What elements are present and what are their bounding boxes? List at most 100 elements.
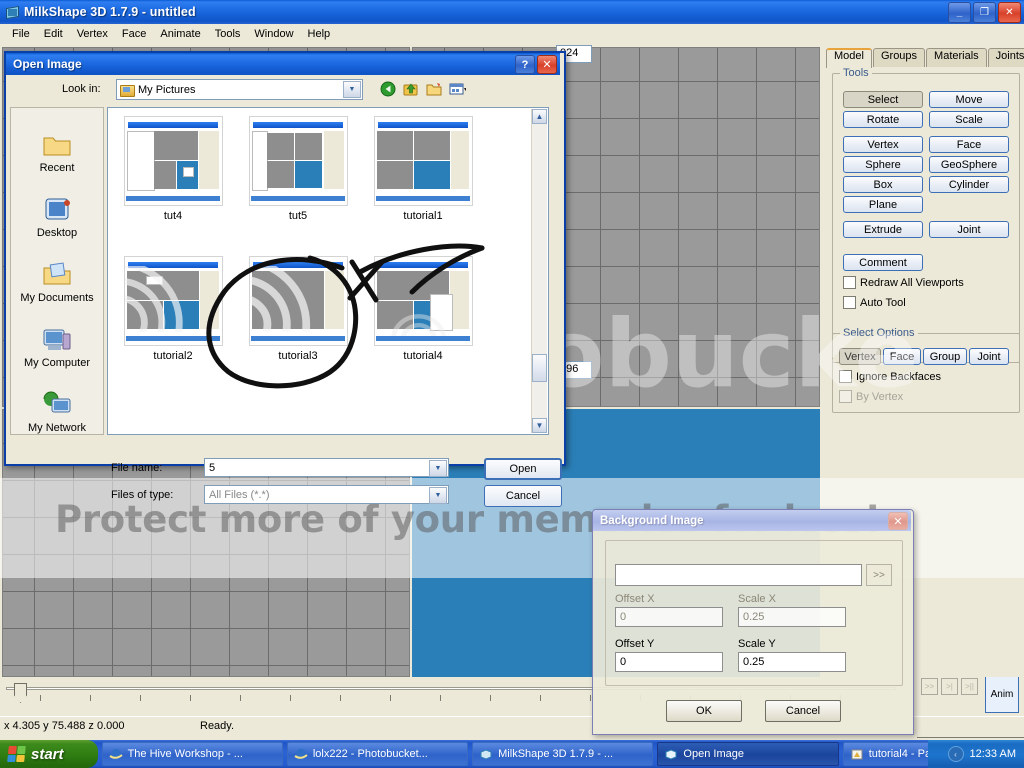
taskbar-item-hive-workshop[interactable]: The Hive Workshop - ... [101, 742, 283, 766]
file-name-label: tut4 [163, 210, 183, 222]
place-my-computer[interactable]: My Computer [11, 305, 103, 369]
views-icon[interactable] [449, 81, 467, 97]
file-item-tutorial1[interactable]: tutorial1 [373, 116, 473, 222]
system-tray: ‹ 12:33 AM [928, 740, 1024, 768]
animation-slider-thumb[interactable] [14, 683, 27, 703]
maximize-icon[interactable]: ❐ [973, 2, 996, 23]
tools-group-label: Tools [840, 67, 872, 79]
clock[interactable]: 12:33 AM [970, 748, 1016, 760]
close-icon[interactable]: ✕ [537, 55, 557, 74]
place-desktop[interactable]: Desktop [11, 175, 103, 239]
start-button[interactable]: start [0, 740, 98, 768]
place-label: My Network [27, 422, 87, 434]
chevron-down-icon[interactable]: ▼ [429, 487, 447, 504]
anim-toggle-button[interactable]: Anim [985, 676, 1019, 713]
scroll-up-icon[interactable]: ▲ [532, 109, 547, 124]
scale-x-input[interactable]: 0.25 [738, 607, 846, 627]
file-item-tutorial4[interactable]: tutorial4 [373, 256, 473, 362]
menu-vertex[interactable]: Vertex [70, 26, 115, 42]
back-icon[interactable] [380, 81, 397, 97]
file-name-label: tutorial1 [403, 210, 443, 222]
file-list-view[interactable]: tut4 tut5 tutorial1 tutorial2 tutorial3 … [107, 107, 549, 435]
files-of-type-value: All Files (*.*) [209, 488, 270, 501]
open-dialog-title: Open Image [13, 57, 82, 71]
next-frame-icon[interactable]: >| [941, 678, 958, 695]
file-name-combobox[interactable]: 5 ▼ [204, 458, 449, 477]
chevron-down-icon[interactable]: ▼ [429, 460, 447, 477]
place-my-documents[interactable]: My Documents [11, 240, 103, 304]
tool-face-button[interactable]: Face [929, 136, 1009, 153]
tool-box-button[interactable]: Box [843, 176, 923, 193]
look-in-label: Look in: [62, 83, 101, 95]
menu-help[interactable]: Help [301, 26, 338, 42]
file-item-tutorial3[interactable]: tutorial3 [248, 256, 348, 362]
menu-edit[interactable]: Edit [37, 26, 70, 42]
menu-animate[interactable]: Animate [153, 26, 207, 42]
tool-joint-button[interactable]: Joint [929, 221, 1009, 238]
tool-scale-button[interactable]: Scale [929, 111, 1009, 128]
tool-vertex-button[interactable]: Vertex [843, 136, 923, 153]
last-frame-icon[interactable]: >|| [961, 678, 978, 695]
taskbar-item-open-image[interactable]: Open Image [657, 742, 839, 766]
menu-tools[interactable]: Tools [208, 26, 248, 42]
file-list-scrollbar[interactable]: ▲ ▼ [531, 109, 547, 433]
minimize-icon[interactable]: _ [948, 2, 971, 23]
tool-sphere-button[interactable]: Sphere [843, 156, 923, 173]
scrollbar-thumb[interactable] [532, 354, 547, 382]
file-item-tutorial2[interactable]: tutorial2 [123, 256, 223, 362]
up-one-level-icon[interactable] [403, 81, 420, 97]
menu-file[interactable]: File [5, 26, 37, 42]
tool-cylinder-button[interactable]: Cylinder [929, 176, 1009, 193]
tab-model[interactable]: Model [826, 48, 872, 68]
open-dialog-title-bar: Open Image ? ✕ [6, 53, 560, 75]
taskbar-item-label: Open Image [683, 748, 744, 760]
tool-move-button[interactable]: Move [929, 91, 1009, 108]
cancel-button[interactable]: Cancel [484, 485, 562, 507]
taskbar-item-milkshape[interactable]: MilkShape 3D 1.7.9 - ... [472, 742, 654, 766]
select-mode-joint[interactable]: Joint [969, 348, 1009, 365]
tool-geosphere-button[interactable]: GeoSphere [929, 156, 1009, 173]
look-in-combobox[interactable]: My Pictures ▼ [116, 79, 363, 100]
comment-button[interactable]: Comment [843, 254, 923, 271]
background-cancel-button[interactable]: Cancel [765, 700, 841, 722]
close-icon[interactable]: ✕ [998, 2, 1021, 23]
milkshape-app-icon [4, 5, 20, 19]
desktop-icon [40, 195, 74, 225]
file-item-tut4[interactable]: tut4 [123, 116, 223, 222]
tab-joints[interactable]: Joints [987, 48, 1024, 67]
new-folder-icon[interactable] [426, 81, 443, 97]
offset-y-input[interactable]: 0 [615, 652, 723, 672]
help-icon[interactable]: ? [515, 55, 535, 74]
windows-logo-icon [7, 746, 26, 762]
place-recent[interactable]: Recent [11, 110, 103, 174]
play-forward-icon[interactable]: >> [921, 678, 938, 695]
select-mode-group[interactable]: Group [923, 348, 967, 365]
open-button[interactable]: Open [484, 458, 562, 480]
tool-extrude-button[interactable]: Extrude [843, 221, 923, 238]
files-of-type-combobox[interactable]: All Files (*.*) ▼ [204, 485, 449, 504]
menu-window[interactable]: Window [247, 26, 300, 42]
browse-button[interactable]: >> [866, 564, 892, 586]
ok-button[interactable]: OK [666, 700, 742, 722]
chevron-down-icon[interactable]: ▼ [343, 81, 361, 98]
tool-plane-button[interactable]: Plane [843, 196, 923, 213]
tool-select-button[interactable]: Select [843, 91, 923, 108]
tab-groups[interactable]: Groups [872, 48, 926, 67]
close-icon[interactable]: ✕ [888, 512, 908, 530]
background-image-path-input[interactable] [615, 564, 862, 586]
place-label: Recent [39, 162, 75, 174]
scale-y-input[interactable]: 0.25 [738, 652, 846, 672]
redraw-all-viewports-checkbox[interactable]: Redraw All Viewports [843, 276, 964, 289]
tab-materials[interactable]: Materials [926, 48, 987, 67]
taskbar-item-photobucket[interactable]: lolx222 - Photobucket... [286, 742, 469, 766]
scroll-down-icon[interactable]: ▼ [532, 418, 547, 433]
tool-rotate-button[interactable]: Rotate [843, 111, 923, 128]
show-hidden-icons-icon[interactable]: ‹ [947, 746, 964, 762]
my-documents-icon [40, 260, 74, 290]
taskbar: start The Hive Workshop - ... lolx222 - … [0, 740, 1024, 768]
offset-x-input[interactable]: 0 [615, 607, 723, 627]
place-my-network[interactable]: My Network [11, 370, 103, 434]
menu-face[interactable]: Face [115, 26, 153, 42]
paint-icon [850, 748, 864, 761]
file-item-tut5[interactable]: tut5 [248, 116, 348, 222]
